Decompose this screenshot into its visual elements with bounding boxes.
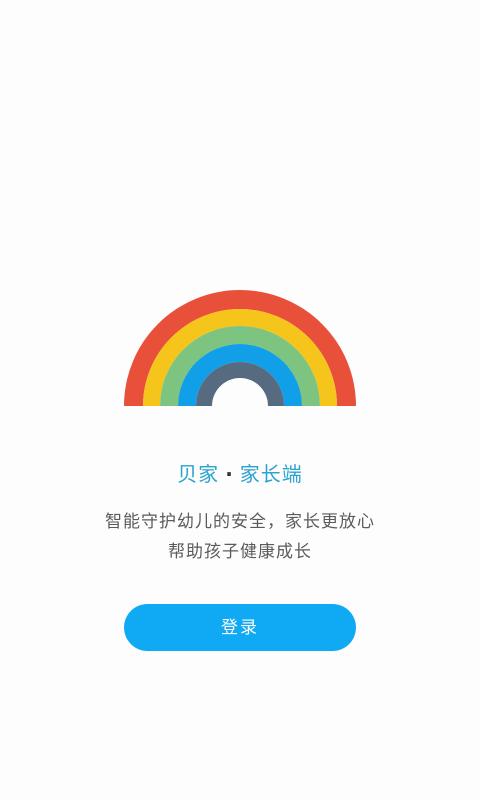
tagline-line-2: 帮助孩子健康成长 [168,542,312,562]
tagline-line-1: 智能守护幼儿的安全，家长更放心 [105,512,375,532]
brand-name: 贝家 [177,462,220,486]
title-separator: · [225,462,234,486]
role-name: 家长端 [239,462,303,486]
splash-screen: 贝家 · 家长端 智能守护幼儿的安全，家长更放心 帮助孩子健康成长 登录 [0,0,480,800]
login-button[interactable]: 登录 [124,604,356,651]
app-title: 贝家 · 家长端 [0,458,480,487]
rainbow-logo [124,290,356,406]
